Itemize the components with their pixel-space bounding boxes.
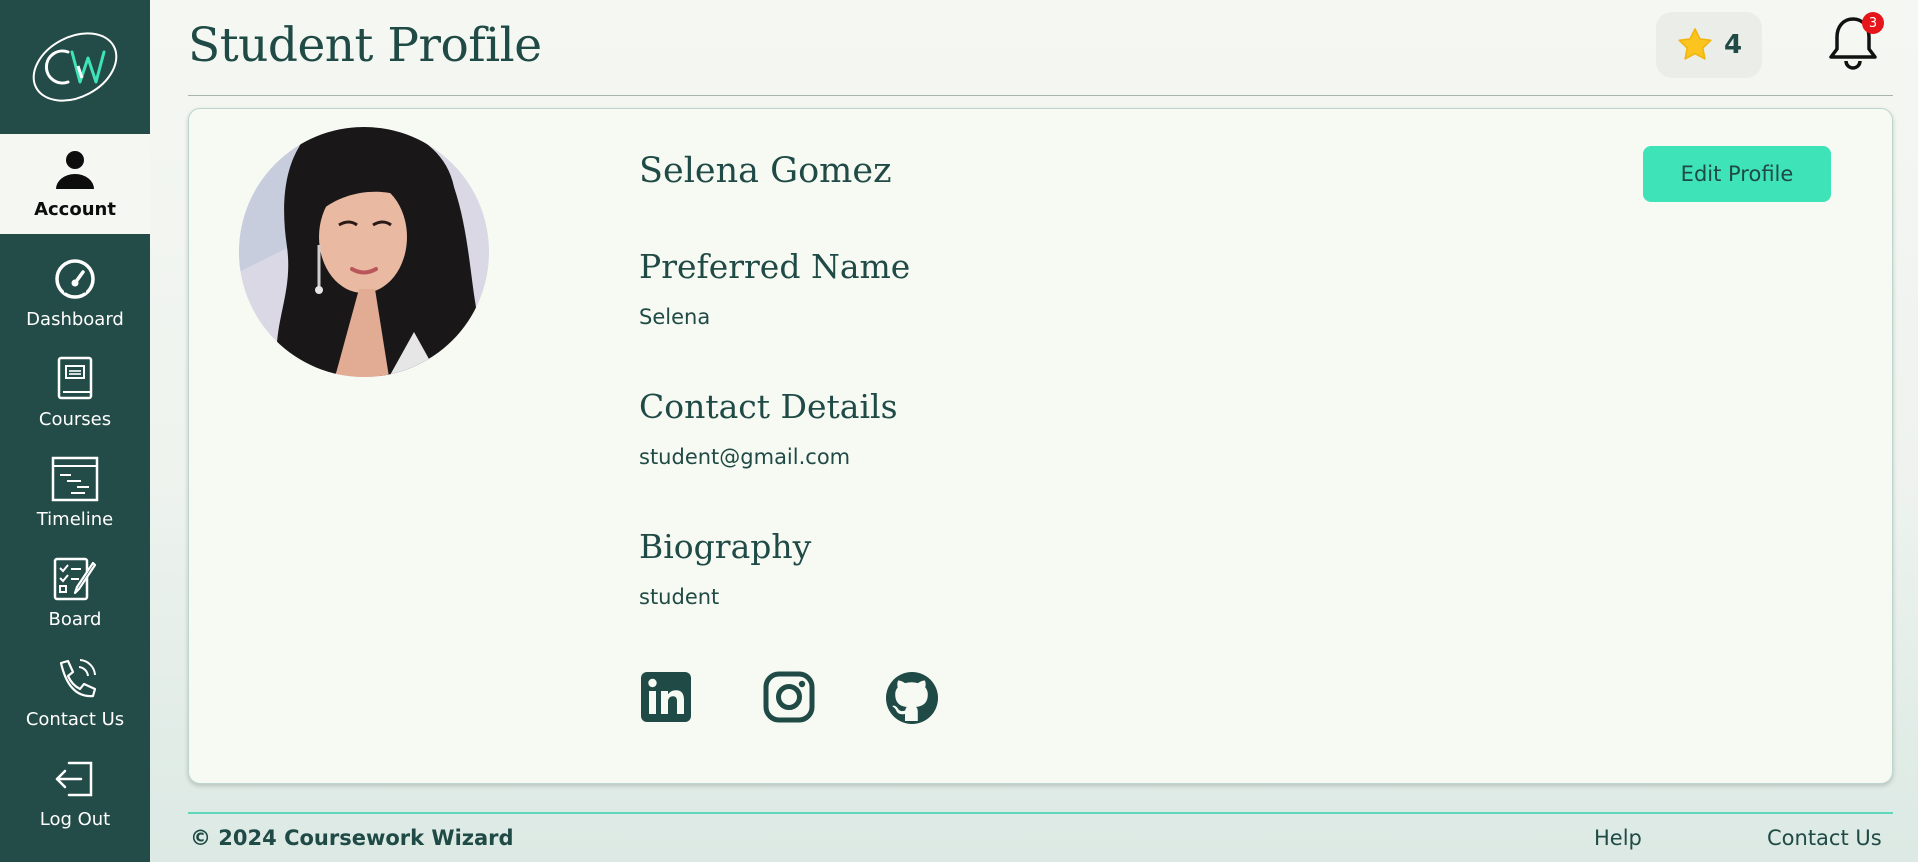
phone-icon xyxy=(51,655,99,703)
profile-name: Selena Gomez xyxy=(639,151,892,191)
notifications-button[interactable]: 3 xyxy=(1826,12,1884,74)
footer-divider xyxy=(188,812,1893,814)
sidebar-item-label: Contact Us xyxy=(25,709,125,730)
avatar-photo xyxy=(239,127,489,377)
preferred-name-value: Selena xyxy=(639,305,711,329)
contact-details-value: student@gmail.com xyxy=(639,445,851,469)
footer-copyright: © 2024 Coursework Wizard xyxy=(190,826,514,850)
footer-link-help[interactable]: Help xyxy=(1594,826,1642,850)
linkedin-icon xyxy=(641,672,691,722)
sidebar-item-label: Courses xyxy=(38,409,112,430)
sidebar-item-label: Board xyxy=(48,609,102,630)
cw-logo-icon xyxy=(32,32,118,102)
sidebar-item-courses[interactable]: Courses xyxy=(0,344,150,444)
notification-badge: 3 xyxy=(1862,12,1884,34)
points-badge[interactable]: 4 xyxy=(1656,12,1762,78)
page-title: Student Profile xyxy=(188,18,542,73)
logout-icon xyxy=(51,755,99,803)
star-icon xyxy=(1678,28,1712,60)
footer-link-contact-us[interactable]: Contact Us xyxy=(1767,826,1882,850)
sidebar-item-timeline[interactable]: Timeline xyxy=(0,444,150,544)
sidebar-item-label: Timeline xyxy=(36,509,114,530)
instagram-link[interactable] xyxy=(763,671,817,725)
sidebar-item-log-out[interactable]: Log Out xyxy=(0,744,150,844)
sidebar-item-contact-us[interactable]: Contact Us xyxy=(0,644,150,744)
biography-value: student xyxy=(639,585,720,609)
instagram-icon xyxy=(763,671,815,723)
app-logo[interactable] xyxy=(0,0,150,134)
sidebar: Account Dashboard Courses Timeline Board… xyxy=(0,0,150,862)
timeline-icon xyxy=(51,455,99,503)
sidebar-item-board[interactable]: Board xyxy=(0,544,150,644)
speedometer-icon xyxy=(51,255,99,303)
edit-profile-button[interactable]: Edit Profile xyxy=(1643,146,1831,202)
person-icon xyxy=(51,145,99,193)
preferred-name-heading: Preferred Name xyxy=(639,247,911,286)
linkedin-link[interactable] xyxy=(640,671,694,725)
checklist-icon xyxy=(51,555,99,603)
profile-card: Selena Gomez Edit Profile Preferred Name… xyxy=(188,108,1893,784)
github-icon xyxy=(886,672,938,724)
sidebar-item-dashboard[interactable]: Dashboard xyxy=(0,244,150,344)
avatar xyxy=(239,127,489,377)
github-link[interactable] xyxy=(885,671,939,725)
sidebar-item-label: Account xyxy=(34,199,116,220)
biography-heading: Biography xyxy=(639,527,812,566)
points-count: 4 xyxy=(1723,30,1743,60)
sidebar-item-label: Log Out xyxy=(39,809,111,830)
sidebar-item-account[interactable]: Account xyxy=(0,134,150,234)
sidebar-item-label: Dashboard xyxy=(26,309,124,330)
book-icon xyxy=(51,355,99,403)
contact-details-heading: Contact Details xyxy=(639,387,898,426)
header-divider xyxy=(188,95,1893,96)
